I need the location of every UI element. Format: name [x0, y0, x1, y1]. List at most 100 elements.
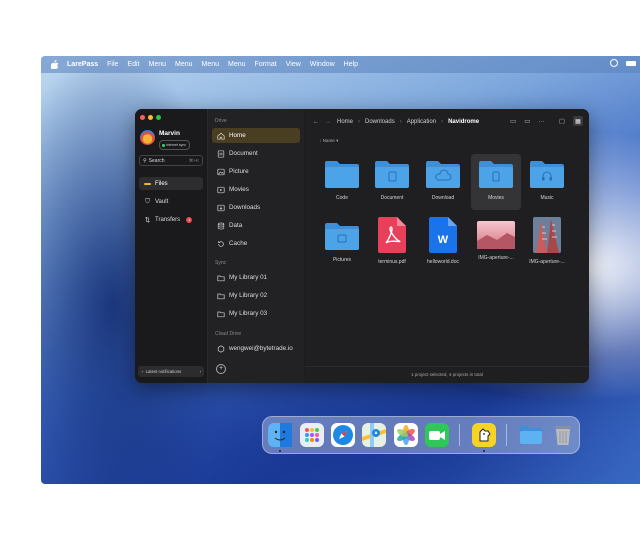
sidebar-item-transfers[interactable]: ⇅ Transfers 1: [139, 213, 203, 226]
sidebar-item-picture[interactable]: Picture: [212, 164, 300, 179]
sidebar-item-vault[interactable]: ⛉ Vault: [139, 195, 203, 208]
maximize-window-button[interactable]: [156, 115, 161, 120]
file-name: Download: [431, 195, 455, 201]
sidebar-item-label: Data: [229, 222, 243, 229]
downloads-folder-dock-icon[interactable]: [519, 423, 543, 447]
chevron-right-icon: ›: [441, 119, 444, 125]
breadcrumb-application[interactable]: Application: [407, 119, 436, 125]
transfers-count-badge: 1: [186, 216, 193, 223]
sidebar-item-library-01[interactable]: My Library 01: [212, 270, 300, 285]
cloud-account-icon: [216, 344, 225, 353]
battery-icon[interactable]: [626, 60, 636, 66]
apple-icon[interactable]: [51, 60, 59, 69]
menu-view[interactable]: View: [286, 61, 301, 68]
menu-window[interactable]: Window: [310, 61, 335, 68]
menu-menu-2[interactable]: Menu: [175, 61, 193, 68]
more-icon[interactable]: ···: [538, 118, 545, 125]
menu-bar: LarePass File Edit Menu Menu Menu Menu F…: [41, 56, 640, 73]
folder-icon[interactable]: ▭: [510, 117, 516, 125]
facetime-dock-icon[interactable]: [425, 423, 449, 447]
pdf-file-icon: [378, 217, 406, 253]
file-item-download[interactable]: Download: [418, 159, 468, 201]
document-icon: [216, 149, 225, 158]
file-name: IMG-aperture-...: [478, 255, 514, 261]
photos-dock-icon[interactable]: [394, 423, 418, 447]
menu-edit[interactable]: Edit: [127, 61, 139, 68]
new-folder-icon[interactable]: ▭: [524, 117, 530, 125]
maps-dock-icon[interactable]: [362, 423, 386, 447]
sort-label: Name: [322, 138, 335, 143]
sidebar-item-downloads[interactable]: Downloads: [212, 200, 300, 215]
sidebar-item-library-02[interactable]: My Library 02: [212, 288, 300, 303]
sidebar-item-label: Transfers: [155, 216, 181, 223]
chevron-right-icon: ›: [399, 119, 402, 125]
sidebar-item-files[interactable]: ▬ Files: [139, 177, 203, 190]
sidebar-item-label: Picture: [229, 168, 249, 175]
forward-arrow-icon[interactable]: →: [325, 119, 331, 125]
sidebar-item-label: My Library 03: [229, 310, 268, 317]
sidebar-item-data[interactable]: Data: [212, 218, 300, 233]
larepass-dock-icon[interactable]: [472, 423, 496, 447]
menu-help[interactable]: Help: [344, 61, 358, 68]
menu-menu-1[interactable]: Menu: [148, 61, 166, 68]
sidebar-item-home[interactable]: Home: [212, 128, 300, 143]
menu-menu-4[interactable]: Menu: [228, 61, 246, 68]
larepass-window: Marvin Internet sync ⚲ Search ⌘+K ▬ File…: [135, 109, 589, 383]
file-item-code[interactable]: Code: [317, 159, 367, 201]
file-name: IMG-aperture-...: [529, 259, 565, 265]
chevron-down-icon: ▾: [334, 138, 339, 143]
trash-dock-icon[interactable]: [551, 423, 575, 447]
file-item-music[interactable]: Music: [522, 159, 572, 201]
file-item-pictures[interactable]: Pictures: [317, 221, 367, 263]
sidebar-item-label: wengwei@bytetrade.io: [229, 345, 293, 352]
toolbar: ← → Home › Downloads › Application › Nav…: [305, 109, 589, 135]
menu-menu-3[interactable]: Menu: [202, 61, 220, 68]
file-name: Pictures: [332, 257, 352, 263]
movie-icon: [216, 186, 225, 194]
file-item-movies[interactable]: Movies: [471, 154, 521, 210]
finder-dock-icon[interactable]: [268, 423, 292, 447]
file-item-img-aperture-1[interactable]: IMG-aperture-...: [471, 221, 521, 261]
safari-dock-icon[interactable]: [331, 423, 355, 447]
breadcrumb-downloads[interactable]: Downloads: [365, 119, 395, 125]
file-item-img-aperture-2[interactable]: IMG-aperture-...: [522, 217, 572, 265]
chevron-right-icon: ›: [358, 119, 361, 125]
sidebar-item-document[interactable]: Document: [212, 146, 300, 161]
menu-file[interactable]: File: [107, 61, 118, 68]
sidebar-item-movies[interactable]: Movies: [212, 182, 300, 197]
sidebar-item-library-03[interactable]: My Library 03: [212, 306, 300, 321]
file-browser: ← → Home › Downloads › Application › Nav…: [305, 109, 589, 383]
running-indicator: [483, 450, 485, 452]
search-field[interactable]: ⚲ Search ⌘+K: [139, 155, 203, 166]
cache-icon: [216, 240, 225, 248]
back-arrow-icon[interactable]: ←: [313, 119, 319, 125]
avatar[interactable]: [140, 130, 155, 145]
music-folder-icon: [530, 161, 564, 188]
status-bar: 1 project selected, 4 projects in total: [305, 366, 589, 383]
sidebar-item-label: Downloads: [229, 204, 261, 211]
user-name: Marvin: [159, 130, 180, 137]
add-drive-button[interactable]: +: [216, 364, 226, 374]
sort-control[interactable]: ↓ Name ▾: [319, 138, 338, 144]
file-item-document[interactable]: Document: [367, 159, 417, 201]
launchpad-dock-icon[interactable]: [300, 423, 324, 447]
file-name: Code: [336, 195, 348, 201]
minimize-window-button[interactable]: [148, 115, 153, 120]
movie-folder-icon: [479, 161, 513, 188]
notifications-button[interactable]: ◔ Latest notifications ›: [138, 366, 204, 377]
grid-view-icon[interactable]: ▦: [573, 116, 583, 126]
file-name: Document: [380, 195, 404, 201]
file-name: Music: [540, 195, 554, 201]
menu-app-name[interactable]: LarePass: [67, 61, 98, 68]
file-item-terminus-pdf[interactable]: terminus.pdf: [367, 217, 417, 265]
menu-format[interactable]: Format: [255, 61, 277, 68]
drive-section-title: Drive: [215, 118, 227, 124]
file-item-helloworld-doc[interactable]: W helloworld.doc: [418, 217, 468, 265]
sidebar-item-cache[interactable]: Cache: [212, 236, 300, 251]
folder-icon: [216, 310, 225, 318]
list-view-icon[interactable]: ▢: [559, 117, 565, 125]
breadcrumb-home[interactable]: Home: [337, 119, 353, 125]
close-window-button[interactable]: [140, 115, 145, 120]
control-center-icon[interactable]: [610, 59, 618, 67]
sidebar-item-cloud-account[interactable]: wengwei@bytetrade.io: [212, 341, 300, 356]
